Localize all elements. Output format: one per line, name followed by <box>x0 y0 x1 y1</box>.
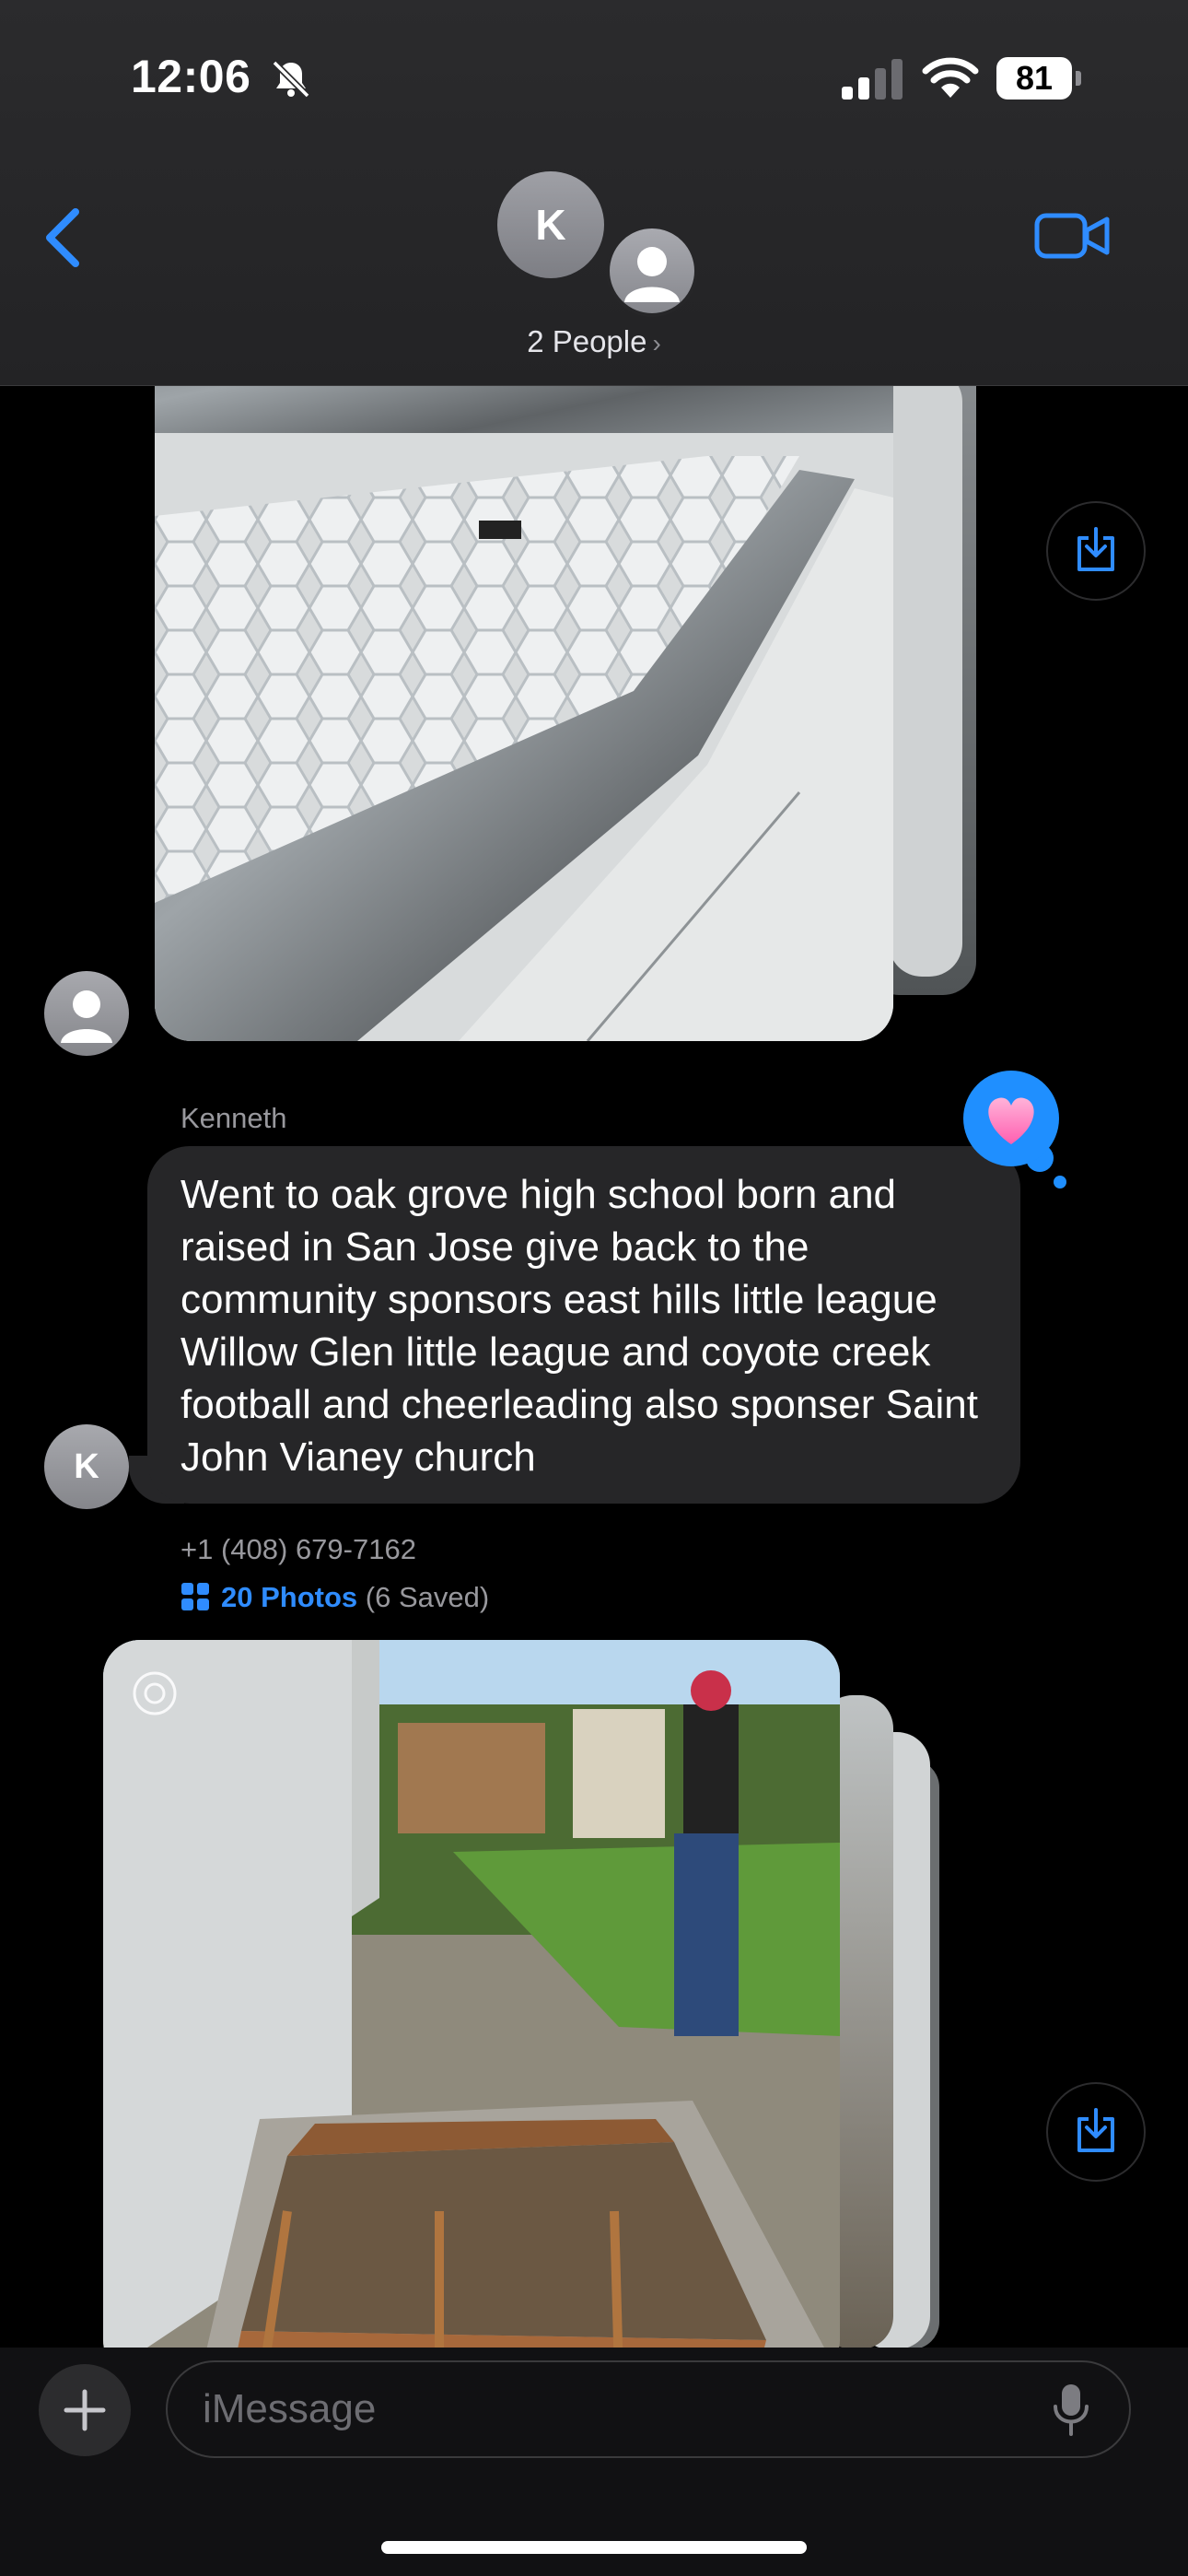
photos-summary[interactable]: 20 Photos (6 Saved) <box>181 1581 489 1614</box>
save-to-photos-icon <box>1077 527 1114 571</box>
status-time: 12:06 <box>131 51 251 102</box>
cellular-signal-icon <box>842 59 903 100</box>
home-indicator[interactable] <box>381 2541 807 2554</box>
photos-count-link[interactable]: 20 Photos <box>221 1581 357 1613</box>
person-avatar[interactable] <box>606 225 698 317</box>
battery-indicator: 81 <box>996 57 1081 100</box>
add-attachment-button[interactable] <box>39 2364 131 2456</box>
group-avatar[interactable]: K <box>497 171 604 278</box>
sender-phone: +1 (408) 679-7162 <box>181 1533 416 1565</box>
saved-count: (6 Saved) <box>365 1581 490 1613</box>
foundation-photo[interactable] <box>103 1640 840 2377</box>
photo-image <box>103 1640 840 2377</box>
save-photos-button-bottom[interactable] <box>1046 2082 1146 2182</box>
chevron-right-icon: › <box>652 329 661 357</box>
back-button[interactable] <box>37 205 92 271</box>
save-photos-button-top[interactable] <box>1046 501 1146 601</box>
sender-avatar-k[interactable]: K <box>44 1424 129 1509</box>
message-bubble[interactable]: Went to oak grove high school born and r… <box>147 1146 1020 1504</box>
photo-grid-icon <box>181 1583 209 1610</box>
photo-image <box>155 276 893 1041</box>
message-text: Went to oak grove high school born and r… <box>181 1172 978 1480</box>
participants-button[interactable]: 2 People › <box>0 324 1188 359</box>
conversation-header: 12:06 81 K 2 People › <box>0 0 1188 386</box>
heart-reaction[interactable] <box>963 1071 1059 1166</box>
tapback-dot <box>1054 1176 1066 1188</box>
microphone-icon[interactable] <box>1052 2383 1090 2436</box>
stacked-photo <box>889 369 962 977</box>
wifi-icon <box>922 57 979 98</box>
heart-icon <box>988 1097 1034 1144</box>
bell-slash-icon <box>272 60 310 99</box>
shower-tile-photo[interactable] <box>155 276 893 1041</box>
sender-name: Kenneth <box>181 1102 287 1134</box>
person-silhouette-icon <box>624 247 680 302</box>
battery-level: 81 <box>996 57 1072 100</box>
message-input[interactable] <box>166 2360 1131 2458</box>
person-silhouette-icon <box>61 990 112 1043</box>
participants-label: 2 People <box>527 324 647 358</box>
video-camera-icon[interactable] <box>1033 210 1111 262</box>
plus-icon <box>64 2389 106 2431</box>
sender-avatar-photo[interactable] <box>44 971 129 1056</box>
save-to-photos-icon <box>1077 2108 1114 2152</box>
